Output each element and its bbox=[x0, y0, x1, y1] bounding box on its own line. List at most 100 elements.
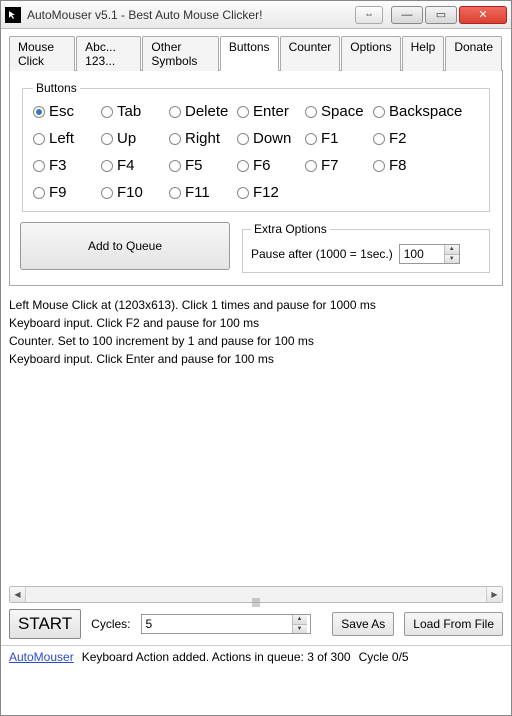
radio-dot-icon bbox=[101, 187, 113, 199]
radio-dot-icon bbox=[101, 160, 113, 172]
radio-dot-icon bbox=[33, 106, 45, 118]
radio-dot-icon bbox=[305, 160, 317, 172]
radio-dot-icon bbox=[305, 106, 317, 118]
radio-up[interactable]: Up bbox=[101, 130, 163, 147]
radio-dot-icon bbox=[33, 133, 45, 145]
bottom-controls: START Cycles: ▲ ▼ Save As Load From File bbox=[1, 603, 511, 645]
radio-f2[interactable]: F2 bbox=[373, 130, 435, 147]
pause-after-label: Pause after (1000 = 1sec.) bbox=[251, 247, 393, 261]
radio-label: F3 bbox=[49, 157, 67, 174]
radio-esc[interactable]: Esc bbox=[33, 103, 95, 120]
radio-label: F5 bbox=[185, 157, 203, 174]
status-message: Keyboard Action added. Actions in queue:… bbox=[82, 650, 351, 664]
close-button[interactable]: ✕ bbox=[459, 6, 507, 24]
radio-enter[interactable]: Enter bbox=[237, 103, 299, 120]
radio-f6[interactable]: F6 bbox=[237, 157, 299, 174]
radio-label: Enter bbox=[253, 103, 289, 120]
radio-left[interactable]: Left bbox=[33, 130, 95, 147]
radio-label: Left bbox=[49, 130, 74, 147]
radio-label: F11 bbox=[185, 184, 210, 201]
cycles-spinner[interactable]: ▲ ▼ bbox=[141, 614, 311, 634]
queue-item[interactable]: Counter. Set to 100 increment by 1 and p… bbox=[9, 332, 503, 350]
scroll-right-arrow[interactable]: ▶ bbox=[486, 587, 502, 602]
pause-up-arrow[interactable]: ▲ bbox=[445, 245, 459, 255]
radio-f5[interactable]: F5 bbox=[169, 157, 231, 174]
tabs-bar: Mouse Click Abc... 123... Other Symbols … bbox=[9, 35, 503, 71]
radio-right[interactable]: Right bbox=[169, 130, 231, 147]
radio-dot-icon bbox=[169, 106, 181, 118]
radio-f10[interactable]: F10 bbox=[101, 184, 163, 201]
extra-options-group: Extra Options Pause after (1000 = 1sec.)… bbox=[242, 222, 490, 273]
radio-label: F7 bbox=[321, 157, 339, 174]
radio-backspace[interactable]: Backspace bbox=[373, 103, 462, 120]
radio-f12[interactable]: F12 bbox=[237, 184, 299, 201]
queue-item[interactable]: Keyboard input. Click Enter and pause fo… bbox=[9, 350, 503, 368]
load-from-file-button[interactable]: Load From File bbox=[404, 612, 503, 636]
radio-f1[interactable]: F1 bbox=[305, 130, 367, 147]
titlebar: AutoMouser v5.1 - Best Auto Mouse Clicke… bbox=[1, 1, 511, 29]
radio-f4[interactable]: F4 bbox=[101, 157, 163, 174]
radio-label: Up bbox=[117, 130, 136, 147]
radio-dot-icon bbox=[373, 160, 385, 172]
radio-f11[interactable]: F11 bbox=[169, 184, 231, 201]
buttons-group: Buttons Esc Tab Delete Enter Space Backspace L… bbox=[22, 81, 490, 212]
status-link[interactable]: AutoMouser bbox=[9, 650, 74, 664]
pause-after-input[interactable] bbox=[400, 245, 444, 263]
tab-mouse-click[interactable]: Mouse Click bbox=[9, 36, 75, 71]
tab-buttons[interactable]: Buttons bbox=[220, 36, 279, 71]
cycles-input[interactable] bbox=[142, 615, 292, 633]
radio-label: Down bbox=[253, 130, 291, 147]
radio-dot-icon bbox=[101, 106, 113, 118]
app-icon bbox=[5, 7, 21, 23]
tab-donate[interactable]: Donate bbox=[445, 36, 502, 71]
radio-delete[interactable]: Delete bbox=[169, 103, 231, 120]
tab-abc-123[interactable]: Abc... 123... bbox=[76, 36, 141, 71]
radio-dot-icon bbox=[101, 133, 113, 145]
radio-label: F6 bbox=[253, 157, 271, 174]
radio-tab[interactable]: Tab bbox=[101, 103, 163, 120]
radio-label: F8 bbox=[389, 157, 407, 174]
action-queue-list: Left Mouse Click at (1203x613). Click 1 … bbox=[9, 296, 503, 586]
overflow-button[interactable]: ⇔ bbox=[355, 6, 383, 24]
tab-other-symbols[interactable]: Other Symbols bbox=[142, 36, 218, 71]
radio-dot-icon bbox=[169, 133, 181, 145]
tab-panel-buttons: Buttons Esc Tab Delete Enter Space Backspace L… bbox=[9, 71, 503, 286]
window-title: AutoMouser v5.1 - Best Auto Mouse Clicke… bbox=[27, 8, 355, 22]
radio-label: Space bbox=[321, 103, 364, 120]
radio-dot-icon bbox=[237, 160, 249, 172]
horizontal-scrollbar[interactable]: ◀ ▶ bbox=[9, 586, 503, 603]
tab-help[interactable]: Help bbox=[402, 36, 445, 71]
radio-space[interactable]: Space bbox=[305, 103, 367, 120]
radio-dot-icon bbox=[373, 133, 385, 145]
cycles-up-arrow[interactable]: ▲ bbox=[293, 615, 307, 625]
radio-dot-icon bbox=[169, 160, 181, 172]
radio-down[interactable]: Down bbox=[237, 130, 299, 147]
status-bar: AutoMouser Keyboard Action added. Action… bbox=[1, 645, 511, 668]
tab-options[interactable]: Options bbox=[341, 36, 400, 71]
minimize-button[interactable]: — bbox=[391, 6, 423, 24]
radio-f9[interactable]: F9 bbox=[33, 184, 95, 201]
buttons-group-legend: Buttons bbox=[33, 81, 80, 95]
radio-f8[interactable]: F8 bbox=[373, 157, 435, 174]
radio-dot-icon bbox=[169, 187, 181, 199]
cycles-down-arrow[interactable]: ▼ bbox=[293, 625, 307, 634]
add-to-queue-button[interactable]: Add to Queue bbox=[20, 222, 230, 270]
radio-label: F2 bbox=[389, 130, 407, 147]
radio-label: Esc bbox=[49, 103, 74, 120]
tab-counter[interactable]: Counter bbox=[280, 36, 341, 71]
radio-label: F12 bbox=[253, 184, 279, 201]
radio-dot-icon bbox=[237, 187, 249, 199]
queue-item[interactable]: Keyboard input. Click F2 and pause for 1… bbox=[9, 314, 503, 332]
radio-dot-icon bbox=[237, 133, 249, 145]
queue-item[interactable]: Left Mouse Click at (1203x613). Click 1 … bbox=[9, 296, 503, 314]
scroll-left-arrow[interactable]: ◀ bbox=[10, 587, 26, 602]
maximize-button[interactable]: ▭ bbox=[425, 6, 457, 24]
radio-f3[interactable]: F3 bbox=[33, 157, 95, 174]
radio-dot-icon bbox=[305, 133, 317, 145]
pause-down-arrow[interactable]: ▼ bbox=[445, 255, 459, 264]
pause-after-spinner[interactable]: ▲ ▼ bbox=[399, 244, 460, 264]
radio-dot-icon bbox=[33, 187, 45, 199]
radio-f7[interactable]: F7 bbox=[305, 157, 367, 174]
save-as-button[interactable]: Save As bbox=[332, 612, 394, 636]
start-button[interactable]: START bbox=[9, 609, 81, 639]
